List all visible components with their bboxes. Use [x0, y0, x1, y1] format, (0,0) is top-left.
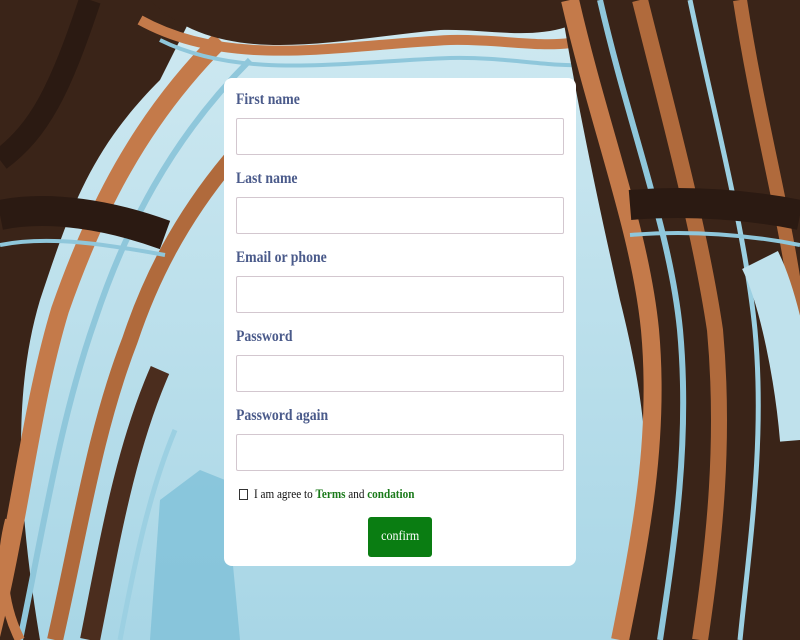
password-again-label: Password again: [236, 407, 329, 424]
first-name-input[interactable]: [236, 118, 564, 155]
confirm-label: confirm: [380, 529, 420, 544]
last-name-input[interactable]: [236, 197, 564, 234]
password-again-input[interactable]: [236, 434, 564, 471]
signup-form-card: First name Last name Email or phone Pass…: [224, 78, 576, 566]
agree-text: I am agree to Terms and condation: [254, 486, 414, 502]
password-label: Password: [236, 328, 293, 345]
email-or-phone-input[interactable]: [236, 276, 564, 313]
agree-checkbox[interactable]: [239, 488, 248, 500]
confirm-button[interactable]: confirm: [368, 517, 432, 557]
agree-prefix: I am agree to: [254, 486, 313, 501]
terms-link[interactable]: Terms: [315, 486, 345, 501]
condition-link[interactable]: condation: [367, 486, 414, 501]
first-name-label: First name: [236, 91, 300, 108]
email-or-phone-label: Email or phone: [236, 249, 327, 266]
agree-and: and: [348, 486, 365, 501]
terms-agreement: I am agree to Terms and condation: [236, 484, 564, 504]
password-input[interactable]: [236, 355, 564, 392]
last-name-label: Last name: [236, 170, 298, 187]
